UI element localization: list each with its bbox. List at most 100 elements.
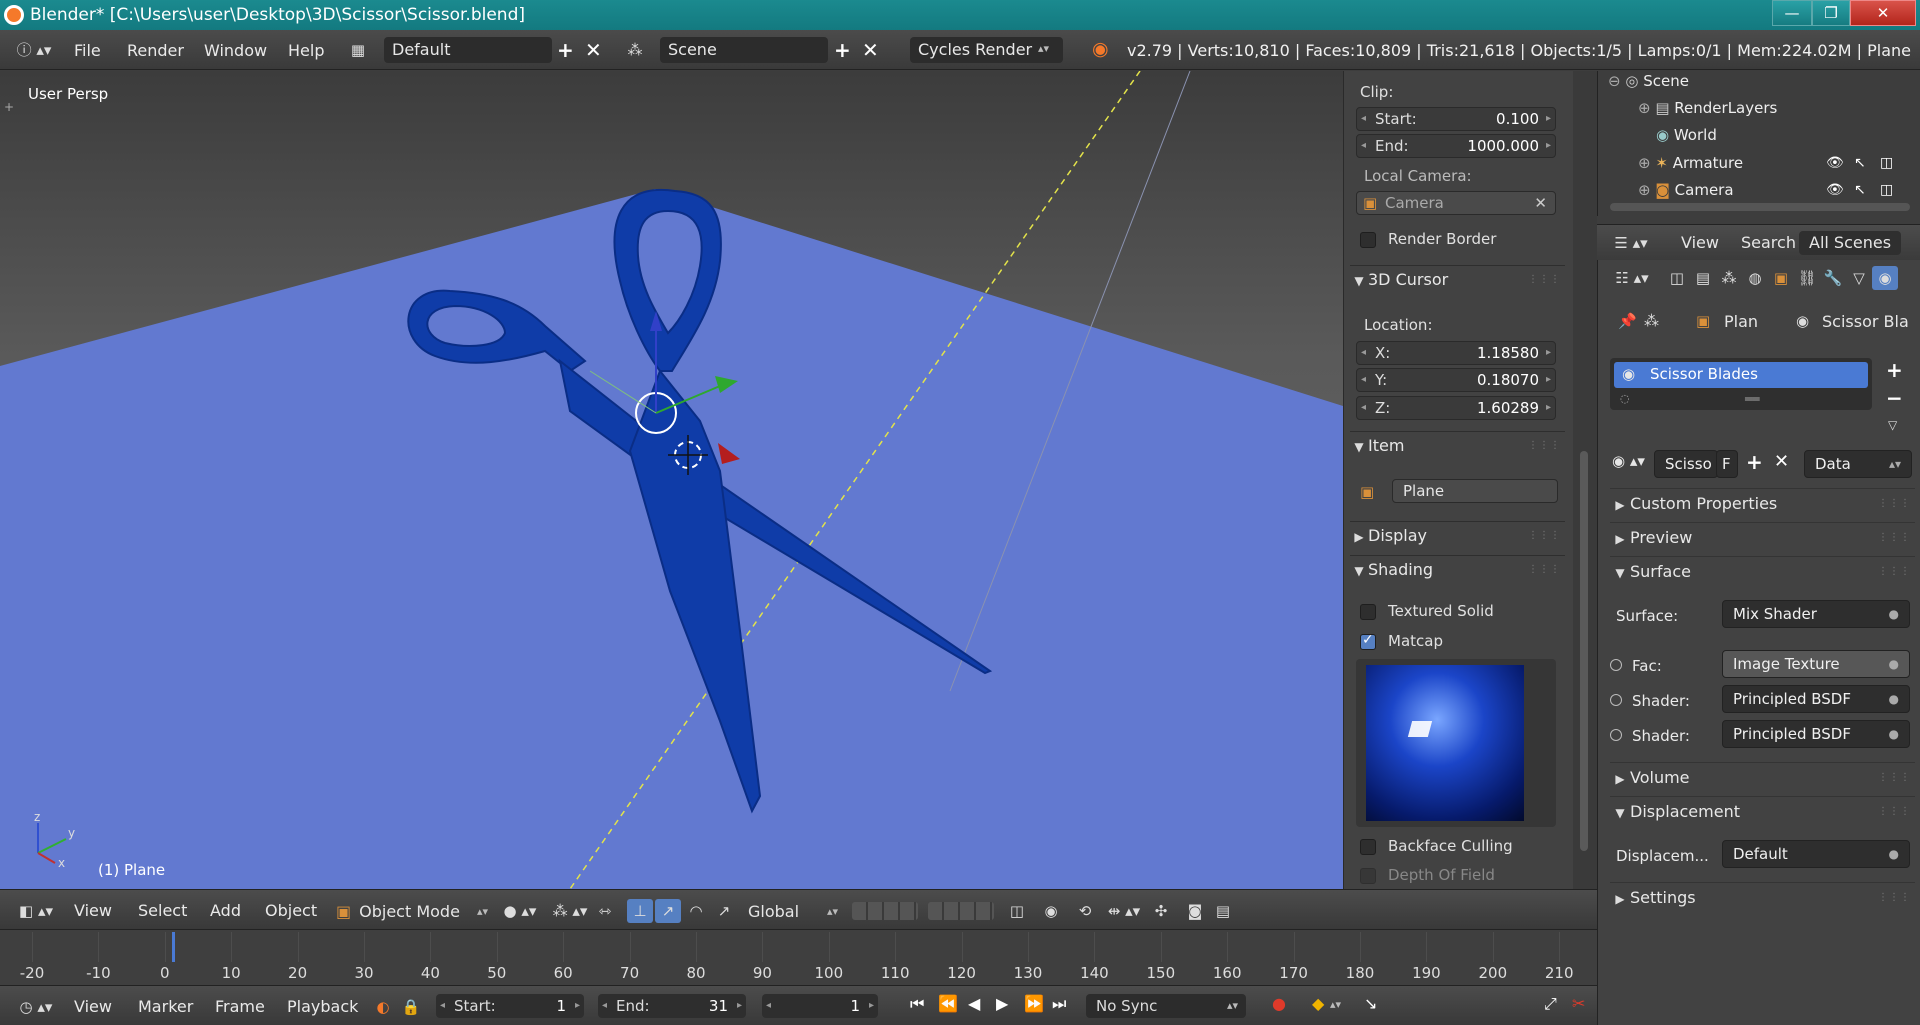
- scene-dropdown[interactable]: Scene: [660, 37, 828, 63]
- interaction-mode-dropdown[interactable]: ▣ Object Mode ▴▾: [336, 899, 488, 923]
- new-material-button[interactable]: +: [1746, 450, 1763, 474]
- menu-render[interactable]: Render: [127, 41, 184, 60]
- cursor-x-field[interactable]: ◂ X: 1.18580 ▸: [1356, 341, 1556, 365]
- render-layers-tab-icon[interactable]: ▤: [1690, 266, 1716, 290]
- outliner-view-menu[interactable]: View: [1671, 231, 1729, 255]
- layer-buttons-2[interactable]: [928, 902, 994, 920]
- frame-start-field[interactable]: ◂ Start: 1 ▸: [436, 994, 584, 1018]
- matcap-preview-frame[interactable]: [1356, 659, 1556, 827]
- lock-layers-icon[interactable]: ◫: [1004, 899, 1030, 923]
- vp-menu-add[interactable]: Add: [210, 901, 241, 920]
- insert-keyframe-icon[interactable]: ⤢: [1544, 994, 1557, 1014]
- snap-icon[interactable]: ⟲: [1072, 899, 1098, 923]
- object-tab-icon[interactable]: ▣: [1768, 266, 1794, 290]
- shelf-scrollbar[interactable]: [1580, 451, 1588, 851]
- render-border-checkbox[interactable]: [1360, 232, 1376, 248]
- fac-socket-icon[interactable]: [1610, 659, 1622, 671]
- render-camera-icon[interactable]: ◫: [1880, 182, 1893, 198]
- minimize-button[interactable]: —: [1772, 0, 1812, 26]
- tl-menu-frame[interactable]: Frame: [215, 997, 265, 1016]
- sync-mode-dropdown[interactable]: No Sync ▴▾: [1086, 994, 1246, 1018]
- delete-keyframe-icon[interactable]: ✂: [1572, 994, 1585, 1013]
- clip-start-field[interactable]: ◂ Start: 0.100 ▸: [1356, 107, 1556, 131]
- keying-set-icon[interactable]: ◆: [1312, 994, 1324, 1013]
- displacement-input-dropdown[interactable]: Default ●: [1722, 840, 1910, 868]
- jump-start-icon[interactable]: ⏮: [910, 994, 924, 1014]
- material-name-field[interactable]: Scisso: [1654, 450, 1718, 478]
- play-reverse-icon[interactable]: ◀: [968, 994, 980, 1013]
- pivot-point-icon[interactable]: ⁂ ▴▾: [550, 899, 590, 923]
- material-browse-button[interactable]: ◉ ▴▾: [1612, 452, 1645, 470]
- fake-user-button[interactable]: F: [1716, 450, 1738, 478]
- visibility-eye-icon[interactable]: 👁: [1826, 155, 1844, 171]
- shader1-socket-icon[interactable]: [1610, 694, 1622, 706]
- snap-element-icon[interactable]: ⇹ ▴▾: [1106, 899, 1142, 923]
- clip-end-field[interactable]: ◂ End: 1000.000 ▸: [1356, 134, 1556, 158]
- keyframe-type-icon[interactable]: ↘: [1364, 994, 1377, 1013]
- timeline-editor-type-icon[interactable]: ◷ ▴▾: [16, 995, 56, 1019]
- proportional-edit-icon[interactable]: ◉: [1038, 899, 1064, 923]
- select-arrow-icon[interactable]: ↖: [1854, 182, 1866, 198]
- jump-end-icon[interactable]: ⏭: [1052, 994, 1066, 1014]
- auto-keying-record-icon[interactable]: ●: [1272, 994, 1286, 1013]
- shading-panel-header[interactable]: ▼ Shading ⋮⋮⋮: [1350, 555, 1565, 583]
- scale-manipulator-icon[interactable]: ◠: [683, 899, 709, 923]
- constraints-tab-icon[interactable]: ⛓: [1794, 266, 1820, 290]
- shader2-socket-icon[interactable]: [1610, 729, 1622, 741]
- layer-buttons-1[interactable]: [852, 902, 918, 920]
- shader2-input-dropdown[interactable]: Principled BSDF ●: [1722, 720, 1910, 748]
- properties-editor-type-icon[interactable]: ☷ ▴▾: [1612, 266, 1652, 290]
- outliner-item-armature[interactable]: ⊕ ✶ Armature: [1638, 150, 1743, 176]
- tl-menu-marker[interactable]: Marker: [138, 997, 193, 1016]
- play-icon[interactable]: ▶: [996, 994, 1008, 1013]
- close-button[interactable]: ✕: [1850, 0, 1916, 26]
- remove-layout-icon[interactable]: ✕: [585, 38, 602, 62]
- info-editor-type-icon[interactable]: ⓘ ▴▾: [14, 38, 54, 62]
- menu-window[interactable]: Window: [204, 41, 267, 60]
- outliner-item-renderlayers[interactable]: ⊕ ▤ RenderLayers: [1638, 95, 1777, 121]
- surface-section[interactable]: ▼ Surface ⋮⋮⋮: [1610, 556, 1915, 586]
- viewport-shading-icon[interactable]: ● ▴▾: [500, 899, 540, 923]
- tl-menu-view[interactable]: View: [74, 997, 112, 1016]
- material-link-dropdown[interactable]: Data ▴▾: [1804, 450, 1912, 478]
- maximize-button[interactable]: ❐: [1812, 0, 1850, 26]
- opengl-animation-icon[interactable]: ▤: [1210, 899, 1236, 923]
- local-camera-field[interactable]: ▣ Camera ✕: [1356, 191, 1556, 215]
- layout-grid-icon[interactable]: ▦: [345, 38, 371, 62]
- modifiers-tab-icon[interactable]: 🔧: [1820, 266, 1846, 290]
- viewport-scene[interactable]: z y x: [0, 71, 1343, 889]
- current-frame-field[interactable]: ◂ 1 ▸: [762, 994, 878, 1018]
- menu-help[interactable]: Help: [288, 41, 324, 60]
- list-resize-handle[interactable]: ══: [1745, 392, 1759, 406]
- cursor-y-field[interactable]: ◂ Y: 0.18070 ▸: [1356, 368, 1556, 392]
- shader1-input-dropdown[interactable]: Principled BSDF ●: [1722, 685, 1910, 713]
- outliner-h-scrollbar[interactable]: [1610, 203, 1910, 211]
- transform-orientation-icon[interactable]: ↗: [711, 899, 737, 923]
- snap-target-icon[interactable]: ✣: [1148, 899, 1174, 923]
- displacement-section[interactable]: ▼ Displacement ⋮⋮⋮: [1610, 796, 1915, 826]
- render-camera-icon[interactable]: ◫: [1880, 155, 1893, 171]
- material-slot-item[interactable]: ◉ Scissor Blades: [1614, 362, 1868, 388]
- object-name-field[interactable]: Plane: [1392, 479, 1558, 503]
- remove-scene-icon[interactable]: ✕: [862, 38, 879, 62]
- render-tab-icon[interactable]: ◫: [1664, 266, 1690, 290]
- depth-of-field-checkbox[interactable]: [1360, 868, 1376, 884]
- material-specials-button[interactable]: ▽: [1888, 418, 1897, 432]
- outliner-display-mode[interactable]: All Scenes: [1799, 231, 1902, 255]
- backface-culling-checkbox[interactable]: [1360, 839, 1376, 855]
- cursor-z-field[interactable]: ◂ Z: 1.60289 ▸: [1356, 396, 1556, 420]
- remove-material-slot-button[interactable]: −: [1886, 386, 1903, 410]
- data-tab-icon[interactable]: ▽: [1846, 266, 1872, 290]
- matcap-checkbox[interactable]: [1360, 632, 1376, 650]
- 3d-cursor-panel-header[interactable]: ▼ 3D Cursor ⋮⋮⋮: [1350, 265, 1565, 293]
- material-tab-icon[interactable]: ◉: [1872, 266, 1898, 290]
- outliner-item-scene[interactable]: ⊖ ◎ Scene: [1608, 71, 1689, 94]
- surface-shader-dropdown[interactable]: Mix Shader ●: [1722, 600, 1910, 628]
- lock-range-icon[interactable]: 🔒: [398, 995, 424, 1019]
- translate-manipulator-icon[interactable]: ⊥: [627, 899, 653, 923]
- fac-input-dropdown[interactable]: Image Texture ●: [1722, 650, 1910, 678]
- timeline[interactable]: -20 -10 0 10 20 30 40 50 60 70 80 90 100 110 120 130 140…: [0, 929, 1597, 985]
- add-material-slot-button[interactable]: +: [1886, 358, 1903, 382]
- outliner-editor-type-icon[interactable]: ☰ ▴▾: [1611, 231, 1651, 255]
- jump-keyframe-forward-icon[interactable]: ⏩: [1024, 994, 1044, 1013]
